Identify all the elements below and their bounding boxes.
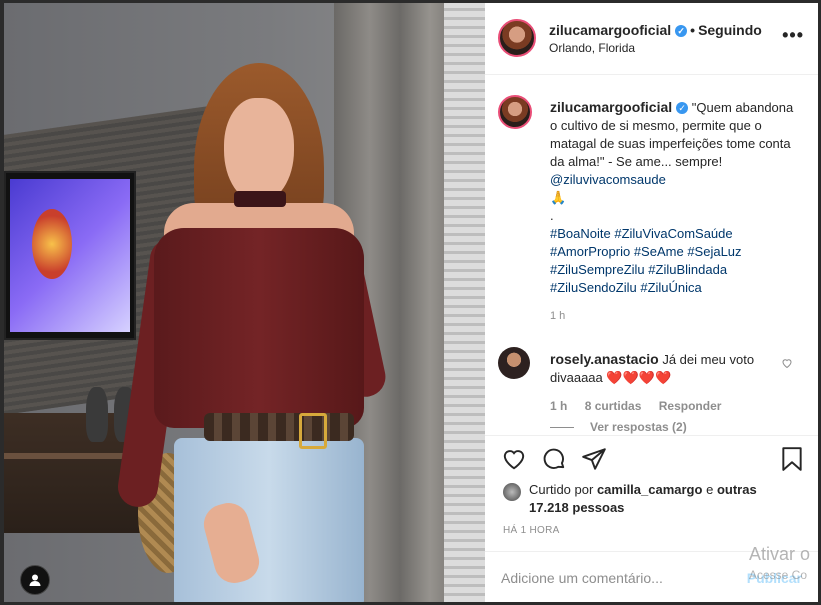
- comment-meta: 1 h 8 curtidas Responder: [550, 399, 722, 413]
- bookmark-icon[interactable]: [779, 446, 805, 472]
- hashtag-link[interactable]: #BoaNoite: [550, 226, 611, 241]
- hashtag-link[interactable]: #ZiluÚnica: [640, 280, 701, 295]
- hashtag-link[interactable]: #AmorProprio: [550, 244, 630, 259]
- post-header: zilucamargooficial ✓ • Seguindo Orlando, Fl…: [485, 3, 818, 75]
- hashtag-link[interactable]: #SejaLuz: [687, 244, 741, 259]
- liker-username[interactable]: camilla_camargo: [597, 482, 703, 497]
- caption-time: 1 h: [550, 310, 566, 322]
- reply-button[interactable]: Responder: [659, 399, 722, 413]
- more-options-icon[interactable]: •••: [782, 25, 804, 46]
- pray-emoji: 🙏: [550, 190, 567, 205]
- commenter-avatar[interactable]: [498, 347, 530, 379]
- comment-text: rosely.anastacio Já dei meu voto divaaaa…: [550, 351, 755, 385]
- view-replies-button[interactable]: Ver respostas (2): [550, 420, 687, 434]
- vase: [86, 387, 108, 442]
- comment-like-icon[interactable]: [781, 357, 793, 369]
- hashtag-link[interactable]: #ZiluSempreZilu: [550, 262, 645, 277]
- caption-text: zilucamargooficial ✓ "Quem abandona o cul…: [550, 99, 794, 295]
- windows-activation-watermark-sub: Acesse Co: [749, 568, 808, 582]
- share-icon[interactable]: [581, 446, 607, 472]
- hearts-emoji: ❤️❤️❤️❤️: [606, 370, 672, 385]
- window-blinds: [444, 3, 485, 602]
- comment-likes-link[interactable]: 8 curtidas: [585, 399, 642, 413]
- verified-icon: ✓: [676, 102, 689, 114]
- woman-figure: [115, 63, 390, 602]
- hashtag-link[interactable]: #ZiluSendoZilu: [550, 280, 637, 295]
- mention-link[interactable]: @ziluvivacomsaude: [550, 172, 666, 187]
- location-link[interactable]: Orlando, Florida: [549, 41, 635, 55]
- post-image[interactable]: [4, 3, 485, 602]
- header-username[interactable]: zilucamargooficial ✓ • Seguindo: [549, 22, 762, 38]
- windows-activation-watermark: Ativar o: [749, 544, 811, 564]
- post-sidebar: zilucamargooficial ✓ • Seguindo Orlando, Fl…: [485, 3, 818, 602]
- comment-icon[interactable]: [541, 446, 567, 472]
- caption-avatar[interactable]: [498, 95, 532, 129]
- hashtag-link[interactable]: #SeAme: [634, 244, 684, 259]
- verified-icon: ✓: [675, 25, 688, 37]
- comment-input[interactable]: Adicione um comentário...: [501, 570, 663, 586]
- caption-username[interactable]: zilucamargooficial: [550, 99, 672, 115]
- television: [4, 171, 136, 340]
- hashtag-link[interactable]: #ZiluBlindada: [648, 262, 727, 277]
- hashtag-link[interactable]: #ZiluVivaComSaúde: [614, 226, 732, 241]
- following-button[interactable]: Seguindo: [698, 22, 762, 38]
- heart-icon[interactable]: [501, 446, 527, 472]
- author-avatar[interactable]: [498, 19, 536, 57]
- user-icon[interactable]: [20, 565, 50, 595]
- liker-avatar[interactable]: [503, 483, 521, 501]
- action-bar: [485, 435, 818, 486]
- post-timestamp[interactable]: HÁ 1 HORA: [503, 525, 560, 536]
- commenter-username[interactable]: rosely.anastacio: [550, 351, 659, 367]
